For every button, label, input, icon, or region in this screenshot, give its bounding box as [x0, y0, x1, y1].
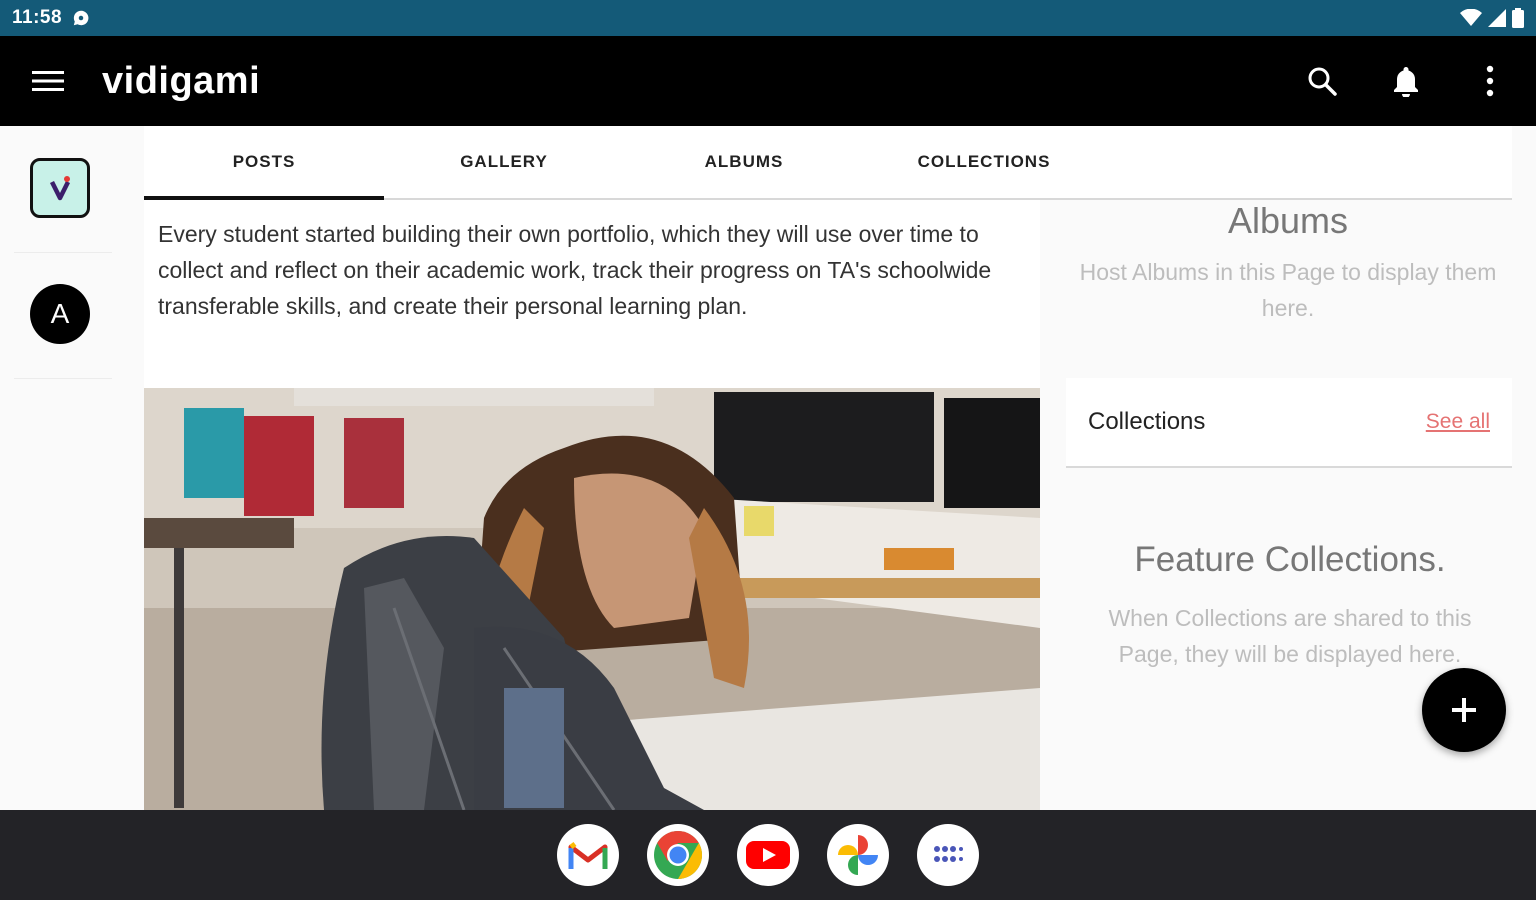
chrome-icon	[654, 831, 703, 879]
avatar-letter: A	[50, 298, 70, 329]
gmail-app-button[interactable]	[557, 824, 619, 886]
bell-icon	[1394, 67, 1418, 97]
see-all-link[interactable]: See all	[1426, 410, 1490, 434]
left-rail: A	[0, 126, 140, 810]
photos-app-button[interactable]	[827, 824, 889, 886]
post-photo[interactable]	[144, 388, 1040, 810]
collections-title: Collections	[1088, 408, 1206, 435]
chat-notification-icon	[73, 10, 89, 26]
more-vert-icon	[1486, 65, 1494, 97]
wifi-icon	[1460, 9, 1482, 26]
page-icon-button[interactable]	[30, 158, 90, 218]
gmail-icon	[568, 842, 608, 869]
app-bar-actions	[1270, 49, 1536, 113]
app-bar: vidigami	[0, 36, 1536, 126]
status-bar: 11:58	[0, 0, 1536, 36]
albums-empty-state: Albums Host Albums in this Page to displ…	[1060, 200, 1516, 326]
post-card: Every student started building their own…	[144, 200, 1040, 810]
app-grid-icon	[934, 846, 963, 862]
collections-empty-message: When Collections are shared to this Page…	[1108, 605, 1472, 667]
tab-collections[interactable]: COLLECTIONS	[864, 126, 1104, 198]
albums-empty-message: Host Albums in this Page to display them…	[1079, 259, 1497, 321]
menu-icon	[32, 71, 64, 91]
post-text: Every student started building their own…	[158, 221, 992, 319]
avatar[interactable]: A	[30, 284, 90, 344]
app-title: vidigami	[102, 59, 261, 102]
tab-bar: POSTS GALLERY ALBUMS COLLECTIONS	[144, 126, 1512, 200]
more-options-button[interactable]	[1458, 49, 1522, 113]
collections-empty-state: Feature Collections. When Collections ar…	[1080, 536, 1500, 672]
albums-empty-title: Albums	[1227, 200, 1349, 241]
taskbar	[0, 810, 1536, 900]
app-launcher-button[interactable]	[917, 824, 979, 886]
collections-header-card: Collections See all	[1066, 378, 1512, 468]
search-button[interactable]	[1290, 49, 1354, 113]
battery-icon	[1512, 8, 1524, 28]
rail-divider	[14, 252, 112, 253]
rail-divider	[14, 378, 112, 379]
menu-button[interactable]	[20, 53, 76, 109]
post-photo-illustration	[144, 388, 1040, 810]
status-time: 11:58	[12, 7, 63, 28]
search-icon	[1308, 67, 1337, 96]
youtube-icon	[746, 841, 790, 869]
plus-icon	[1452, 698, 1476, 722]
signal-icon	[1488, 9, 1506, 27]
tab-albums[interactable]: ALBUMS	[624, 126, 864, 198]
tab-gallery[interactable]: GALLERY	[384, 126, 624, 198]
vidigami-logo-icon	[49, 176, 71, 201]
tab-posts[interactable]: POSTS	[144, 126, 384, 200]
photos-icon	[838, 835, 878, 875]
status-indicators	[1460, 8, 1524, 28]
notifications-button[interactable]	[1374, 49, 1438, 113]
collections-empty-title: Feature Collections.	[1134, 540, 1446, 579]
youtube-app-button[interactable]	[737, 824, 799, 886]
chrome-app-button[interactable]	[647, 824, 709, 886]
add-fab-button[interactable]	[1422, 668, 1506, 752]
